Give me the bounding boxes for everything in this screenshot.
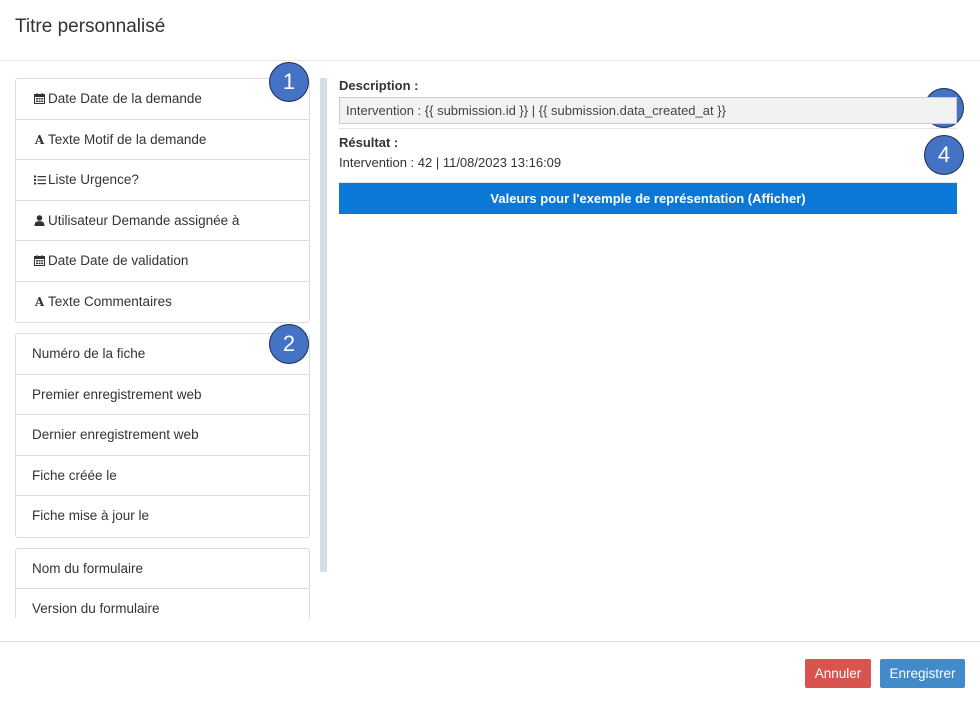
field-label: Date de la demande xyxy=(80,91,202,106)
user-icon xyxy=(33,201,46,241)
result-value: Intervention : 42 | 11/08/2023 13:16:09 xyxy=(339,155,562,170)
modal-footer: Annuler Enregistrer xyxy=(0,641,980,703)
annotation-badge-1: 1 xyxy=(269,62,309,102)
calendar-icon xyxy=(33,241,46,281)
font-icon: A xyxy=(34,132,45,147)
scrollbar[interactable] xyxy=(320,78,327,572)
field-item[interactable]: A Texte Motif de la demande xyxy=(16,120,309,160)
divider xyxy=(339,128,957,129)
field-label: Motif de la demande xyxy=(84,131,207,147)
field-type: Texte xyxy=(48,293,81,309)
field-label: Commentaires xyxy=(84,293,172,309)
field-group: Date Date de la demande A Texte Motif de … xyxy=(15,78,310,323)
field-item[interactable]: Date Date de la demande xyxy=(16,79,309,120)
annotation-badge-2: 2 xyxy=(269,324,309,364)
editor-panel: Description : Résultat : Intervention : … xyxy=(339,78,957,214)
save-button[interactable]: Enregistrer xyxy=(880,659,965,688)
field-type: Texte xyxy=(48,131,81,147)
meta-item[interactable]: Numéro de la fiche xyxy=(16,334,309,375)
field-type: Utilisateur xyxy=(48,212,109,228)
form-item[interactable]: Version du formulaire xyxy=(16,589,309,618)
cancel-button[interactable]: Annuler xyxy=(805,659,871,688)
description-input[interactable] xyxy=(339,97,957,124)
meta-item[interactable]: Dernier enregistrement web xyxy=(16,415,309,456)
field-item[interactable]: Utilisateur Demande assignée à xyxy=(16,201,309,241)
meta-item[interactable]: Fiche mise à jour le xyxy=(16,496,309,537)
list-icon xyxy=(33,160,46,200)
field-item[interactable]: Liste Urgence? xyxy=(16,160,309,201)
field-label: Urgence? xyxy=(80,172,139,187)
field-label: Demande assignée à xyxy=(111,212,240,228)
form-group: Nom du formulaire Version du formulaire xyxy=(15,547,310,618)
calendar-icon xyxy=(33,79,46,119)
modal-header: Titre personnalisé xyxy=(0,0,980,61)
field-item[interactable]: Date Date de validation xyxy=(16,241,309,282)
preview-values-button[interactable]: Valeurs pour l'exemple de représentation… xyxy=(339,182,957,214)
field-label: Date de validation xyxy=(80,253,189,268)
field-type: Date xyxy=(48,91,77,106)
meta-item[interactable]: Fiche créée le xyxy=(16,456,309,496)
modal-title: Titre personnalisé xyxy=(15,16,166,37)
meta-item[interactable]: Premier enregistrement web xyxy=(16,375,309,415)
field-list-panel: Date Date de la demande A Texte Motif de … xyxy=(15,78,310,618)
description-label: Description : xyxy=(339,78,419,93)
field-type: Liste xyxy=(48,172,77,187)
field-type: Date xyxy=(48,253,77,268)
field-item[interactable]: A Texte Commentaires xyxy=(16,282,309,323)
meta-group: Numéro de la fiche Premier enregistremen… xyxy=(15,333,310,538)
result-label: Résultat : xyxy=(339,135,399,150)
font-icon: A xyxy=(34,294,45,309)
form-item[interactable]: Nom du formulaire xyxy=(16,549,309,589)
